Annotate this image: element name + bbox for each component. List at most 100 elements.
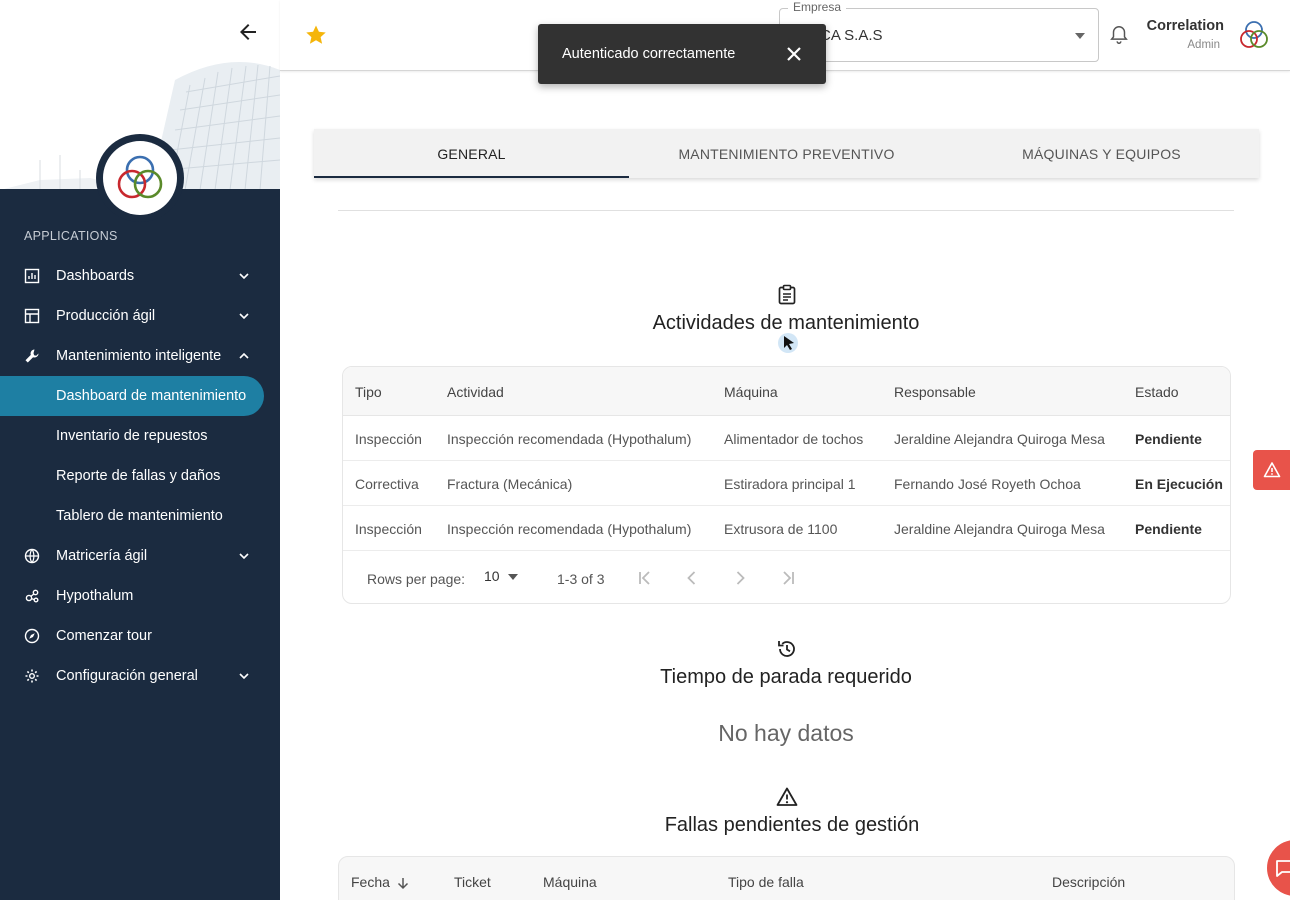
avatar[interactable] (1234, 15, 1274, 55)
back-arrow-icon[interactable] (236, 20, 260, 44)
column-header-descripcion[interactable]: Descripción (1052, 874, 1125, 890)
tab-maquinas-equipos[interactable]: MÁQUINAS Y EQUIPOS (944, 129, 1259, 178)
column-header-responsable[interactable]: Responsable (894, 384, 976, 400)
cell-maquina: Alimentador de tochos (724, 431, 864, 447)
rings-logo-icon (1240, 21, 1268, 48)
no-data-message: No hay datos (718, 720, 854, 746)
cell-tipo: Inspección (355, 521, 422, 537)
compass-icon (24, 628, 40, 644)
chat-icon (1276, 860, 1290, 877)
column-header-ticket[interactable]: Ticket (454, 874, 491, 890)
company-logo (96, 134, 184, 222)
bell-icon[interactable] (1108, 24, 1130, 46)
next-page-icon[interactable] (731, 569, 749, 587)
globe-icon (24, 548, 40, 564)
cell-estado: Pendiente (1135, 521, 1202, 537)
sidebar-item-inventario-repuestos[interactable]: Inventario de repuestos (0, 416, 280, 456)
column-header-tipo[interactable]: Tipo (355, 384, 382, 400)
column-header-estado[interactable]: Estado (1135, 384, 1179, 400)
clipboard-icon (778, 284, 796, 305)
sidebar-item-mantenimiento-inteligente[interactable]: Mantenimiento inteligente (0, 336, 280, 376)
dropdown-arrow-icon (508, 574, 518, 580)
alert-side-button[interactable] (1253, 450, 1290, 490)
section-label: APPLICATIONS (24, 229, 118, 243)
tab-mantenimiento-preventivo[interactable]: MANTENIMIENTO PREVENTIVO (629, 129, 944, 178)
mouse-cursor-icon (778, 333, 798, 353)
sidebar-item-label: Reporte de fallas y daños (56, 468, 221, 484)
sidebar-item-label: Configuración general (56, 668, 198, 684)
sidebar-item-label: Matricería ágil (56, 548, 148, 564)
sidebar-item-label: Dashboards (56, 268, 135, 284)
molecule-icon (25, 589, 39, 603)
sidebar-item-produccion-agil[interactable]: Producción ágil (0, 296, 280, 336)
history-icon (778, 641, 795, 657)
sidebar-item-dashboards[interactable]: Dashboards (0, 256, 280, 296)
sidebar-item-matriceria-agil[interactable]: Matricería ágil (0, 536, 280, 576)
chevron-down-icon (239, 313, 249, 320)
table-header: Tipo Actividad Máquina Responsable Estad… (343, 367, 1230, 416)
column-header-maquina[interactable]: Máquina (724, 384, 778, 400)
divider (338, 210, 1234, 211)
dropdown-arrow-icon (1075, 33, 1085, 39)
rings-logo-icon (117, 155, 163, 199)
previous-page-icon[interactable] (683, 569, 701, 587)
sidebar-item-label: Comenzar tour (56, 628, 152, 644)
gear-icon (25, 669, 39, 683)
cell-tipo: Inspección (355, 431, 422, 447)
sidebar-item-label: Dashboard de mantenimiento (56, 388, 247, 404)
table-row[interactable]: Inspección Inspección recomendada (Hypot… (343, 506, 1230, 551)
chevron-down-icon (239, 673, 249, 680)
sidebar-item-label: Tablero de mantenimiento (56, 508, 223, 524)
star-icon[interactable] (304, 23, 328, 47)
tab-bar: GENERAL MANTENIMIENTO PREVENTIVO MÁQUINA… (314, 129, 1259, 178)
pagination-range: 1-3 of 3 (557, 571, 605, 587)
table-row[interactable]: Correctiva Fractura (Mecánica) Estirador… (343, 461, 1230, 506)
column-header-actividad[interactable]: Actividad (447, 384, 504, 400)
cell-actividad: Fractura (Mecánica) (447, 476, 573, 492)
sidebar-item-comenzar-tour[interactable]: Comenzar tour (0, 616, 280, 656)
failures-table: Fecha Ticket Máquina Tipo de falla Descr… (338, 856, 1235, 900)
sidebar-item-configuracion-general[interactable]: Configuración general (0, 656, 280, 696)
sidebar: APPLICATIONS Dashboards Producción ágil … (0, 0, 280, 900)
sidebar-item-hypothalum[interactable]: Hypothalum (0, 576, 280, 616)
toast-notification: Autenticado correctamente (538, 24, 826, 84)
sidebar-item-tablero-mantenimiento[interactable]: Tablero de mantenimiento (0, 496, 280, 536)
column-header-tipo-falla[interactable]: Tipo de falla (728, 874, 804, 890)
cell-maquina: Extrusora de 1100 (724, 521, 838, 537)
column-header-fecha[interactable]: Fecha (351, 874, 390, 890)
chevron-up-icon (239, 352, 249, 359)
empresa-label: Empresa (788, 0, 847, 14)
cell-estado: En Ejecución (1135, 476, 1223, 492)
table-icon (24, 308, 40, 324)
chevron-down-icon (239, 273, 249, 280)
table-pagination: Rows per page: 10 1-3 of 3 (343, 551, 1230, 603)
tab-general[interactable]: GENERAL (314, 129, 629, 178)
chat-button[interactable] (1267, 840, 1290, 896)
first-page-icon[interactable] (636, 569, 654, 587)
last-page-icon[interactable] (779, 569, 797, 587)
sidebar-item-label: Producción ágil (56, 308, 156, 324)
table-row[interactable]: Inspección Inspección recomendada (Hypot… (343, 416, 1230, 461)
cell-tipo: Correctiva (355, 476, 419, 492)
empresa-select[interactable]: Empresa CA S.A.S (779, 0, 1099, 62)
activities-table: Tipo Actividad Máquina Responsable Estad… (342, 366, 1231, 604)
sidebar-nav: APPLICATIONS Dashboards Producción ágil … (0, 189, 280, 900)
chevron-down-icon (239, 553, 249, 560)
warning-icon (1263, 462, 1281, 478)
sort-down-icon[interactable] (396, 876, 410, 890)
bar-chart-icon (24, 268, 40, 284)
user-role: Admin (1187, 39, 1220, 51)
user-name: Correlation (1146, 18, 1224, 34)
column-header-maquina[interactable]: Máquina (543, 874, 597, 890)
sidebar-item-reporte-fallas[interactable]: Reporte de fallas y daños (0, 456, 280, 496)
toast-message: Autenticado correctamente (562, 46, 736, 62)
sidebar-item-label: Inventario de repuestos (56, 428, 208, 444)
close-icon[interactable] (784, 44, 804, 64)
wrench-icon (25, 349, 39, 363)
warning-icon (776, 787, 798, 806)
sidebar-item-dashboard-mantenimiento[interactable]: Dashboard de mantenimiento (0, 376, 264, 416)
cell-responsable: Jeraldine Alejandra Quiroga Mesa (894, 521, 1105, 537)
cell-estado: Pendiente (1135, 431, 1202, 447)
cell-maquina: Estiradora principal 1 (724, 476, 856, 492)
rows-per-page-select[interactable]: 10 (484, 568, 522, 588)
